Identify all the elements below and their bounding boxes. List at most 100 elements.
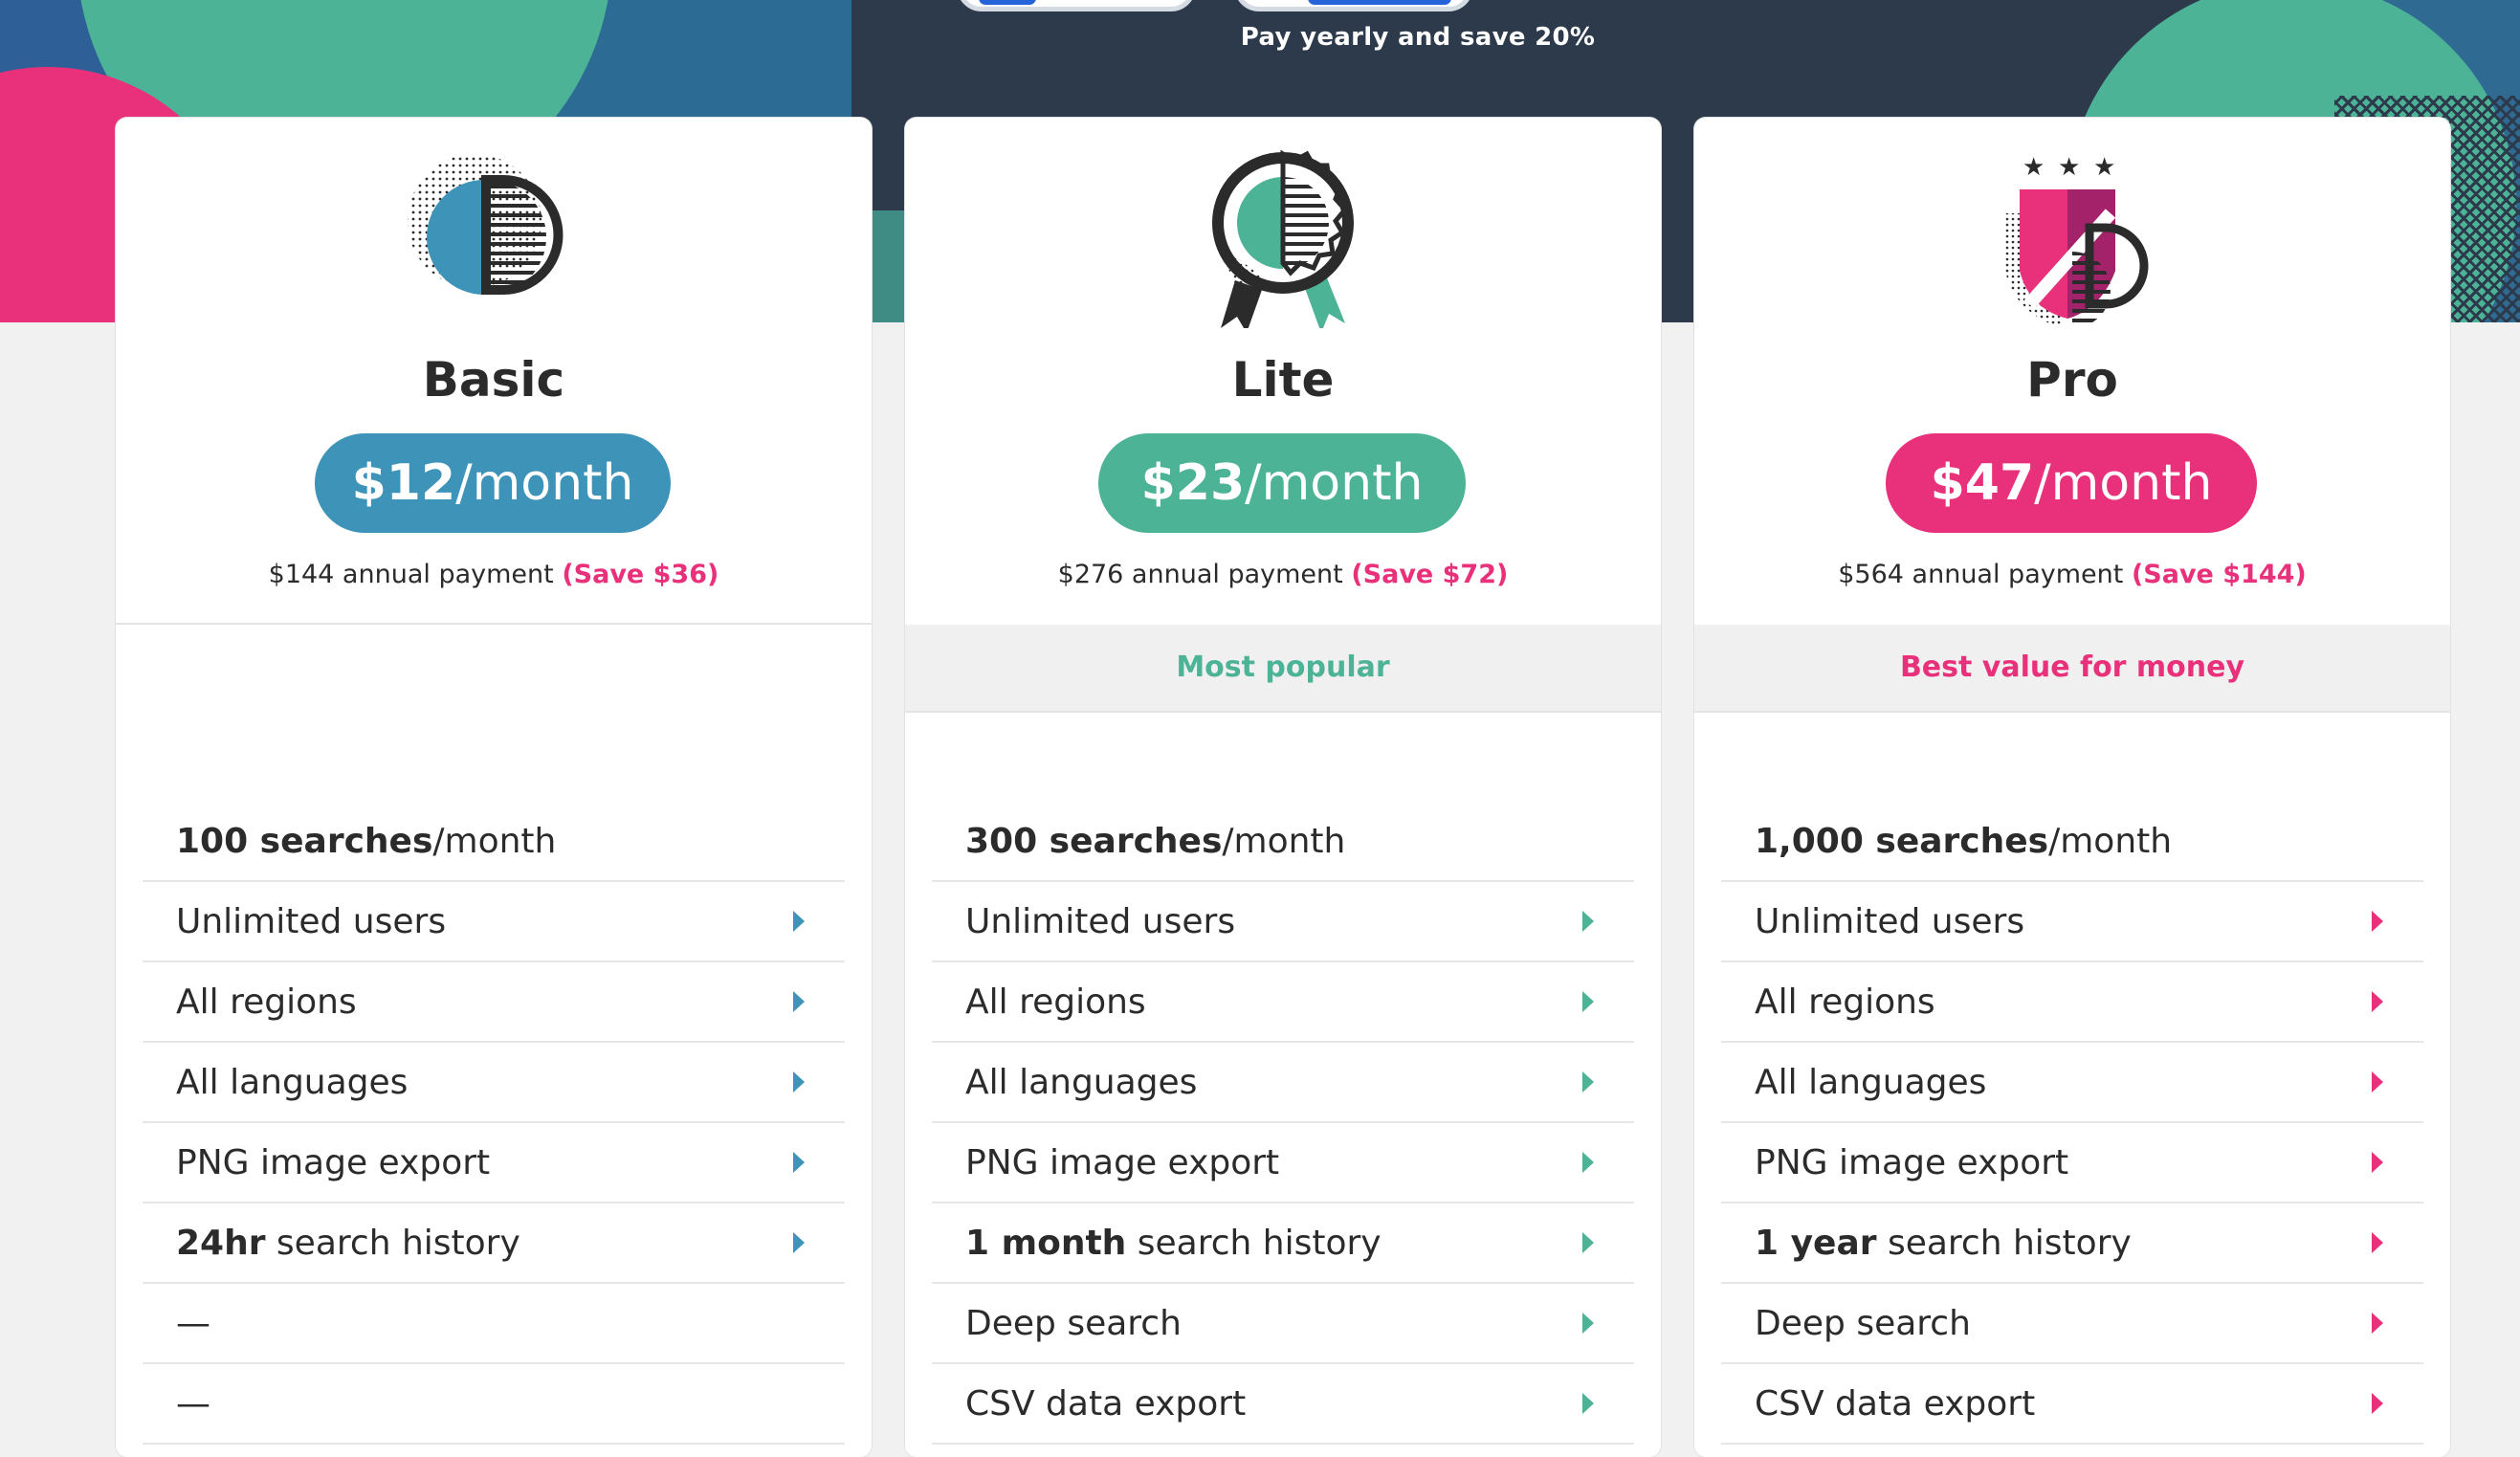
- price-period: /month: [455, 454, 634, 512]
- feature-text: Unlimited users: [1755, 901, 2025, 941]
- annual-payment: $276 annual payment (Save $72): [905, 560, 1661, 589]
- feature-text: PNG image export: [176, 1142, 491, 1182]
- plan-name: Pro: [2026, 352, 2118, 408]
- feature-text: All regions: [965, 982, 1146, 1022]
- annual-payment-text: $564 annual payment: [1838, 560, 2124, 589]
- expand-arrow-icon[interactable]: [1582, 1232, 1594, 1253]
- feature-text: CSV data export: [965, 1383, 1247, 1424]
- feature-row[interactable]: All regions: [1721, 962, 2423, 1043]
- feature-row[interactable]: CSV data export: [932, 1364, 1634, 1445]
- feature-list: 100 searches/month Unlimited users All reg…: [143, 802, 845, 1457]
- expand-arrow-icon[interactable]: [2372, 1232, 2383, 1253]
- feature-row[interactable]: Unlimited users: [932, 882, 1634, 962]
- expand-arrow-icon[interactable]: [2372, 1313, 2383, 1334]
- svg-text:★: ★: [2023, 153, 2045, 182]
- feature-list: 300 searches/month Unlimited users All reg…: [932, 802, 1634, 1457]
- expand-arrow-icon[interactable]: [2372, 991, 2383, 1012]
- feature-highlight: 300 searches: [965, 821, 1223, 861]
- feature-highlight: 1 month: [965, 1223, 1127, 1263]
- expand-arrow-icon[interactable]: [793, 911, 805, 932]
- feature-text: Deep search: [965, 1303, 1182, 1343]
- price-amount: $47: [1930, 454, 2035, 512]
- feature-row[interactable]: Deep search: [1721, 1284, 2423, 1364]
- feature-row[interactable]: Unlimited users: [143, 882, 845, 962]
- price-amount: $23: [1140, 454, 1246, 512]
- feature-row[interactable]: 24hr search history: [143, 1203, 845, 1284]
- plan-card-pro: ★ ★ ★ Pro $47/month $564 annual payment …: [1694, 118, 2450, 1457]
- feature-row[interactable]: CSV data export: [1721, 1364, 2423, 1445]
- feature-row[interactable]: All languages: [143, 1043, 845, 1123]
- annual-save: (Save $36): [562, 560, 719, 589]
- feature-text: Unlimited users: [176, 901, 447, 941]
- feature-row[interactable]: PNG image export: [1721, 1123, 2423, 1203]
- feature-text: search history: [265, 1223, 520, 1263]
- expand-arrow-icon[interactable]: [1582, 1393, 1594, 1414]
- feature-text: /month: [432, 821, 557, 861]
- feature-text: —: [176, 1383, 210, 1424]
- feature-row[interactable]: Bulk searches: [1721, 1445, 2423, 1457]
- expand-arrow-icon[interactable]: [1582, 991, 1594, 1012]
- expand-arrow-icon[interactable]: [1582, 911, 1594, 932]
- feature-row[interactable]: Deep search: [932, 1284, 1634, 1364]
- expand-arrow-icon[interactable]: [793, 1071, 805, 1093]
- feature-text: All languages: [965, 1062, 1198, 1102]
- feature-text: All languages: [176, 1062, 409, 1102]
- feature-row[interactable]: All regions: [932, 962, 1634, 1043]
- feature-row: 100 searches/month: [143, 802, 845, 882]
- expand-arrow-icon[interactable]: [1582, 1313, 1594, 1334]
- feature-row[interactable]: PNG image export: [143, 1123, 845, 1203]
- expand-arrow-icon[interactable]: [1582, 1071, 1594, 1093]
- feature-text: All regions: [1755, 982, 1935, 1022]
- feature-text: /month: [2048, 821, 2173, 861]
- yearly-toggle[interactable]: [1234, 0, 1473, 11]
- divider: [116, 623, 872, 625]
- feature-row[interactable]: 1 year search history: [1721, 1203, 2423, 1284]
- feature-row[interactable]: PNG image export: [932, 1123, 1634, 1203]
- expand-arrow-icon[interactable]: [2372, 1152, 2383, 1173]
- svg-text:★: ★: [2058, 153, 2080, 182]
- basic-half-circle-d-icon: [398, 137, 589, 328]
- feature-text: PNG image export: [965, 1142, 1280, 1182]
- feature-highlight: 1 year: [1755, 1223, 1877, 1263]
- feature-text: Deep search: [1755, 1303, 1971, 1343]
- feature-row: —: [932, 1445, 1634, 1457]
- feature-row: 300 searches/month: [932, 802, 1634, 882]
- feature-row[interactable]: All languages: [932, 1043, 1634, 1123]
- expand-arrow-icon[interactable]: [1582, 1152, 1594, 1173]
- monthly-toggle[interactable]: [957, 0, 1196, 11]
- feature-row: —: [143, 1364, 845, 1445]
- price-amount: $12: [351, 454, 456, 512]
- plan-card-basic: Basic $12/month $144 annual payment (Sav…: [116, 118, 872, 1457]
- feature-row[interactable]: 1 month search history: [932, 1203, 1634, 1284]
- feature-row[interactable]: Unlimited users: [1721, 882, 2423, 962]
- lite-rosette-badge-icon: [1187, 137, 1379, 333]
- feature-text: —: [176, 1303, 210, 1343]
- plan-name: Basic: [422, 352, 565, 408]
- annual-payment: $564 annual payment (Save $144): [1694, 560, 2450, 589]
- expand-arrow-icon[interactable]: [2372, 1393, 2383, 1414]
- feature-row: 1,000 searches/month: [1721, 802, 2423, 882]
- best-value-banner: Best value for money: [1694, 625, 2450, 713]
- price-period: /month: [2034, 454, 2213, 512]
- expand-arrow-icon[interactable]: [793, 1152, 805, 1173]
- feature-list: 1,000 searches/month Unlimited users All r…: [1721, 802, 2423, 1457]
- price-pill: $47/month: [1886, 433, 2257, 533]
- pro-shield-stars-icon: ★ ★ ★: [1977, 137, 2168, 328]
- expand-arrow-icon[interactable]: [793, 1232, 805, 1253]
- feature-text: search history: [1126, 1223, 1382, 1263]
- yearly-savings-note: Pay yearly and save 20%: [1240, 23, 1596, 52]
- feature-text: All regions: [176, 982, 357, 1022]
- expand-arrow-icon[interactable]: [2372, 911, 2383, 932]
- expand-arrow-icon[interactable]: [793, 991, 805, 1012]
- feature-text: search history: [1876, 1223, 2132, 1263]
- feature-highlight: 24hr: [176, 1223, 266, 1263]
- feature-row: —: [143, 1445, 845, 1457]
- feature-row[interactable]: All languages: [1721, 1043, 2423, 1123]
- feature-text: CSV data export: [1755, 1383, 2036, 1424]
- feature-text: Unlimited users: [965, 901, 1236, 941]
- annual-save: (Save $144): [2131, 560, 2307, 589]
- expand-arrow-icon[interactable]: [2372, 1071, 2383, 1093]
- feature-text: All languages: [1755, 1062, 1987, 1102]
- price-pill: $12/month: [315, 433, 671, 533]
- feature-row[interactable]: All regions: [143, 962, 845, 1043]
